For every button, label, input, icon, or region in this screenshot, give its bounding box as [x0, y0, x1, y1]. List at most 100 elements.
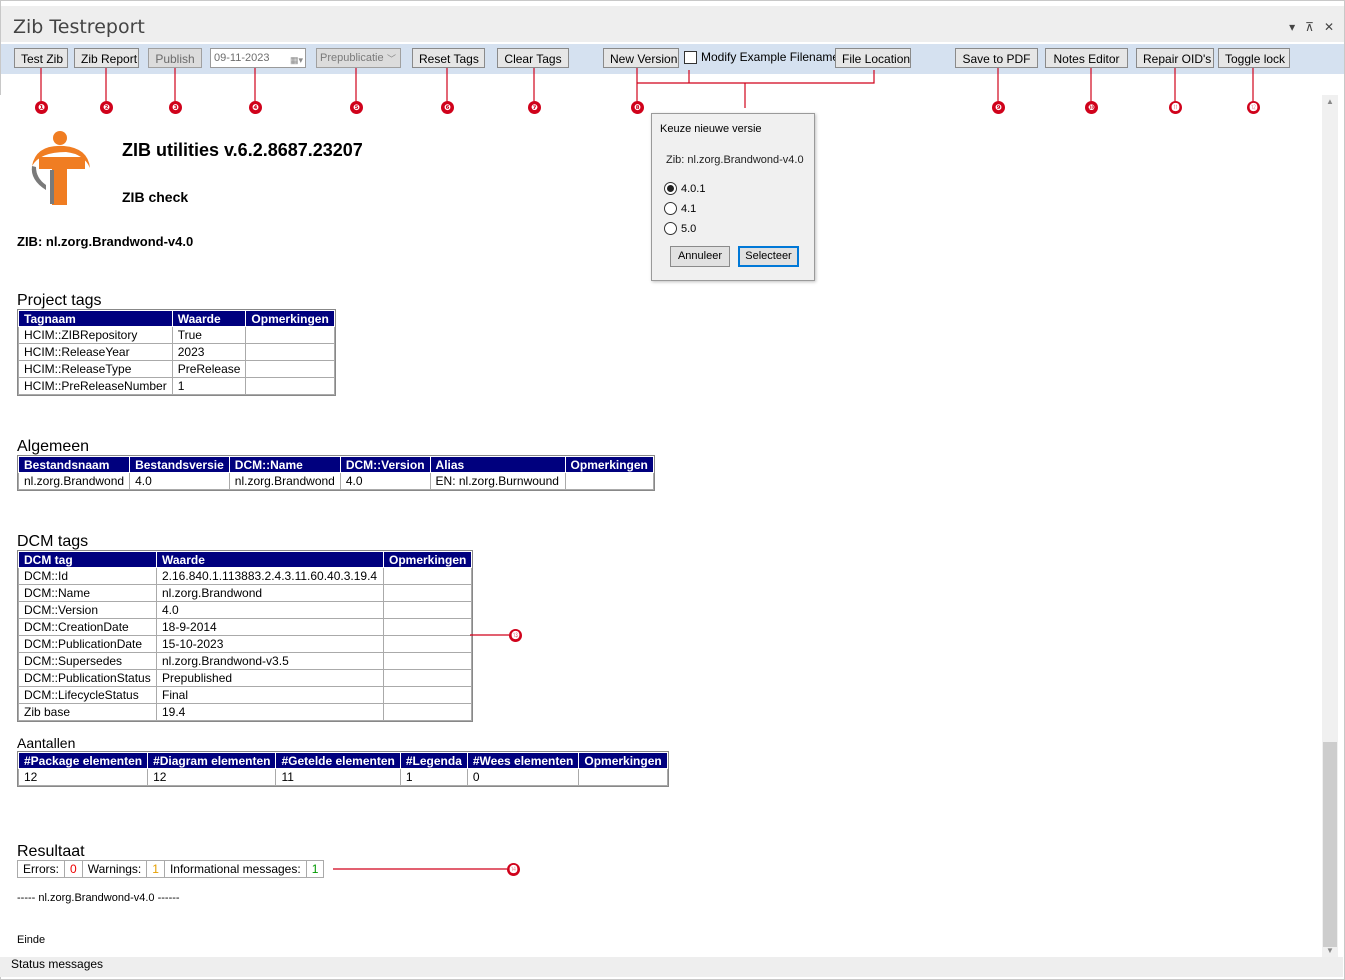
table-cell: 19.4 [156, 703, 384, 721]
notes-editor-button[interactable]: Notes Editor [1045, 48, 1128, 68]
info-count: 1 [311, 862, 319, 876]
table-cell [245, 326, 335, 344]
table-cell: Zib base [18, 703, 157, 721]
warnings-count: 1 [147, 861, 165, 877]
result-summary: Errors: 0 Warnings: 1 Informational mess… [17, 860, 325, 878]
aantallen-heading: Aantallen [17, 735, 76, 751]
marker-8: ❽ [631, 101, 644, 114]
pin-icon[interactable]: ⊼ [1305, 20, 1314, 34]
new-version-button[interactable]: New Version [603, 48, 679, 68]
table-cell: DCM::PublicationStatus [18, 669, 157, 687]
table-cell: DCM::Id [18, 567, 157, 585]
aantallen-table: #Package elementen #Diagram elementen #G… [17, 751, 669, 787]
modify-example-filename-checkbox[interactable] [684, 50, 697, 64]
column-header: Opmerkingen [578, 752, 668, 769]
toggle-lock-button[interactable]: Toggle lock [1218, 48, 1290, 68]
table-cell [382, 567, 473, 585]
table-cell [564, 472, 654, 490]
zib-logo [31, 131, 90, 205]
table-cell: EN: nl.zorg.Burnwound [429, 472, 566, 490]
modify-example-filename-toggle[interactable]: Modify Example Filename [684, 50, 839, 64]
column-header: Opmerkingen [564, 456, 654, 473]
table-cell: PreRelease [171, 360, 247, 378]
select-button[interactable]: Selecteer [738, 246, 799, 267]
marker-4: ❹ [249, 101, 262, 114]
table-cell: DCM::Supersedes [18, 652, 157, 670]
version-option-label: 5.0 [681, 222, 697, 235]
dcm-tags-heading: DCM tags [17, 533, 89, 550]
dcm-tags-table: DCM tag Waarde Opmerkingen DCM::Id 2.16.8… [16, 550, 474, 722]
table-cell [245, 343, 335, 361]
window-title: Zib Testreport [13, 16, 145, 38]
dialog-zib-name: Zib: nl.zorg.Brandwond-v4.0 [666, 154, 804, 166]
table-row: HCIM::ZIBRepository True [18, 326, 335, 344]
publish-button[interactable]: Publish [148, 48, 202, 68]
version-option[interactable]: 4.1 [664, 202, 696, 215]
prepublicatie-value: Prepublicatie [320, 52, 384, 64]
table-cell: nl.zorg.Brandwond [17, 472, 131, 490]
column-header: Alias [429, 456, 566, 473]
calendar-icon[interactable]: ▦▾ [290, 51, 303, 69]
errors-label: Errors: [18, 861, 65, 877]
app-subtitle: ZIB check [122, 189, 189, 205]
table-row: DCM::Id 2.16.840.1.113883.2.4.3.11.60.40.… [18, 567, 473, 585]
vertical-scrollbar[interactable]: ▲ ▼ [1322, 95, 1338, 957]
radio-icon[interactable] [664, 222, 677, 235]
radio-selected-icon[interactable] [664, 182, 677, 195]
project-tags-heading: Project tags [17, 292, 102, 309]
table-header-row: DCM tag Waarde Opmerkingen [18, 551, 473, 568]
column-header: Bestandsnaam [17, 456, 131, 473]
table-cell: 11 [275, 768, 401, 786]
table-cell: DCM::PublicationDate [18, 635, 157, 653]
radio-icon[interactable] [664, 202, 677, 215]
table-header-row: #Package elementen #Diagram elementen #G… [17, 752, 668, 769]
table-row: Zib base 19.4 [18, 703, 473, 721]
zib-name: ZIB: nl.zorg.Brandwond-v4.0 [17, 234, 194, 249]
table-row: DCM::LifecycleStatus Final [18, 686, 473, 704]
column-header: Opmerkingen [245, 310, 335, 327]
window-controls: ▾ ⊼ ✕ [1289, 20, 1334, 34]
table-cell [382, 703, 473, 721]
cancel-button[interactable]: Annuleer [670, 246, 730, 267]
date-picker[interactable]: 09-11-2023 ▦▾ [210, 48, 306, 68]
repair-oids-button[interactable]: Repair OID's [1136, 48, 1214, 68]
table-cell: 18-9-2014 [156, 618, 384, 636]
scroll-down-icon[interactable]: ▼ [1326, 946, 1334, 955]
table-cell: HCIM::ReleaseType [18, 360, 173, 378]
table-cell: HCIM::ReleaseYear [18, 343, 173, 361]
column-header: DCM::Name [228, 456, 341, 473]
version-option[interactable]: 4.0.1 [664, 182, 705, 195]
marker-10: ❿ [1085, 101, 1098, 114]
algemeen-heading: Algemeen [17, 438, 90, 455]
prepublicatie-select[interactable]: Prepublicatie ﹀ [316, 48, 401, 68]
save-to-pdf-button[interactable]: Save to PDF [955, 48, 1038, 68]
column-header: Waarde [171, 310, 247, 327]
test-zib-button[interactable]: Test Zib [14, 48, 68, 68]
scroll-up-icon[interactable]: ▲ [1326, 97, 1334, 106]
marker-5: ❺ [350, 101, 363, 114]
project-tags-table: Tagnaam Waarde Opmerkingen HCIM::ZIBRepo… [17, 309, 336, 396]
table-row: DCM::Name nl.zorg.Brandwond [18, 584, 473, 602]
version-option[interactable]: 5.0 [664, 222, 696, 235]
info-label: Informational messages: [165, 861, 307, 877]
reset-tags-button[interactable]: Reset Tags [412, 48, 485, 68]
table-row: DCM::Version 4.0 [18, 601, 473, 619]
table-cell [245, 377, 335, 395]
file-location-button[interactable]: File Location [835, 48, 911, 68]
zib-report-button[interactable]: Zib Report [74, 48, 139, 68]
table-header-row: Tagnaam Waarde Opmerkingen [18, 310, 335, 327]
scrollbar-thumb[interactable] [1323, 742, 1337, 947]
dropdown-icon[interactable]: ▾ [1289, 20, 1295, 34]
table-cell: 1 [171, 377, 247, 395]
table-cell: DCM::CreationDate [18, 618, 157, 636]
table-row: DCM::Supersedes nl.zorg.Brandwond-v3.5 [18, 652, 473, 670]
marker-3: ❸ [169, 101, 182, 114]
column-header: #Legenda [399, 752, 468, 769]
table-cell [382, 652, 473, 670]
title-bar: Zib Testreport ▾ ⊼ ✕ [1, 6, 1344, 42]
marker-11: ⓫ [1169, 101, 1182, 114]
table-cell: 0 [466, 768, 580, 786]
table-row: nl.zorg.Brandwond 4.0 nl.zorg.Brandwond … [17, 472, 654, 490]
clear-tags-button[interactable]: Clear Tags [497, 48, 569, 68]
close-icon[interactable]: ✕ [1324, 20, 1334, 34]
